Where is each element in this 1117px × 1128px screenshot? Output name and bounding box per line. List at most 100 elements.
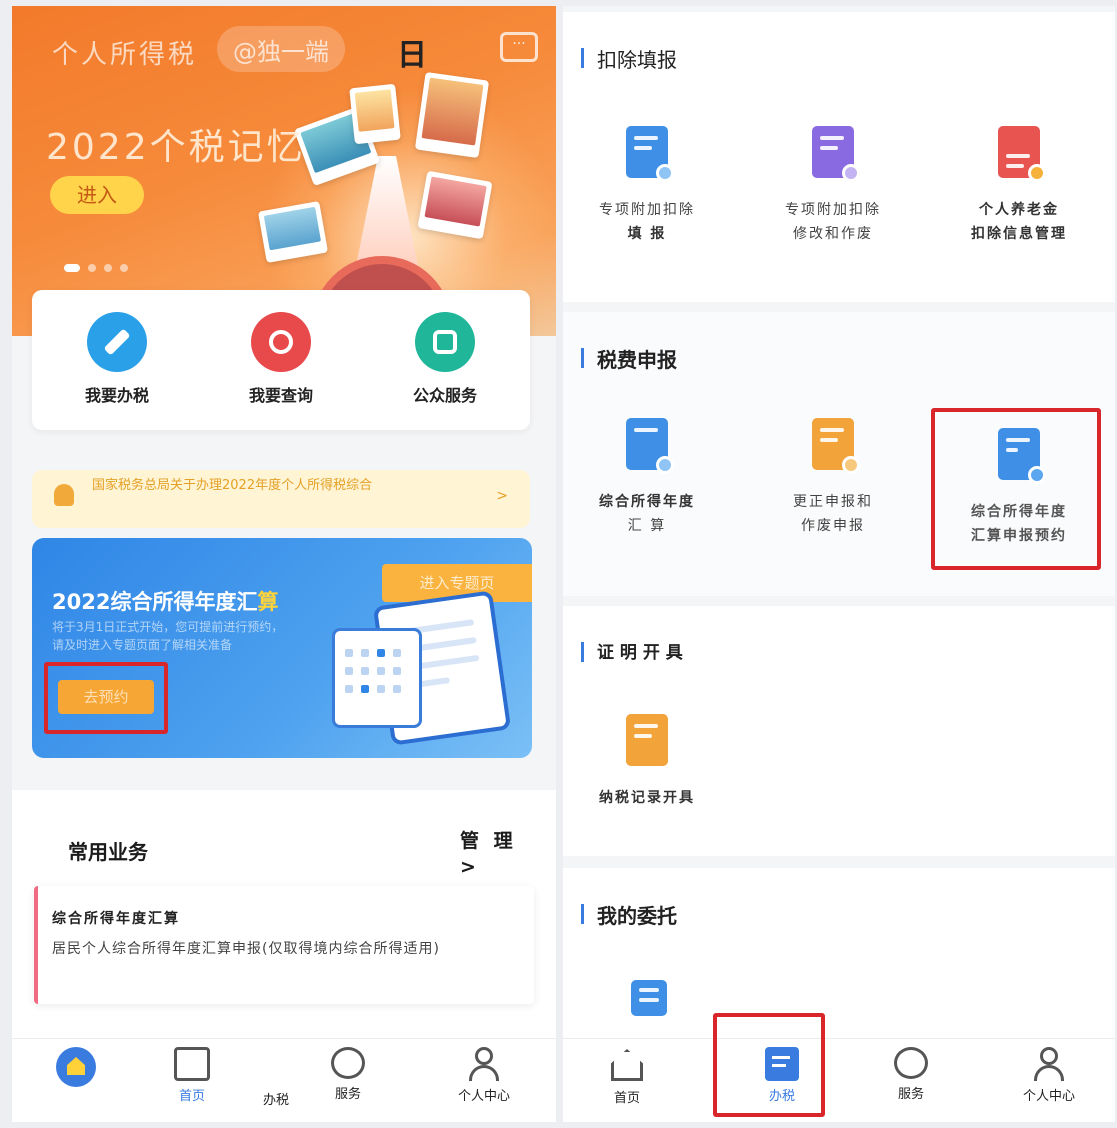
tab-label: 办税 [262,1093,289,1108]
certificate-section: 证 明 开 具 纳税记录开具 [563,606,1115,856]
common-business-section: 常用业务 管 理 > 综合所得年度汇算 居民个人综合所得年度汇算申报(仅取得境内… [12,790,556,1038]
home-screen: 个人所得税 @独一端 日 ··· 2022个税记忆 进入 我要办税 我要查询 公… [12,6,556,1122]
chevron-right-icon: > [496,488,508,504]
carousel-dot[interactable] [64,264,80,272]
grid-item-label: 填 报 [627,226,667,242]
banner-photo [349,83,401,145]
bottom-tab-bar: 首页 办税 服务 个人中心 [563,1013,1115,1122]
carousel-dot[interactable] [88,264,96,272]
grid-item-label: 汇 算 [627,518,667,534]
user-icon [467,1047,501,1081]
tab-service[interactable]: 服务 [881,1047,941,1102]
special-deduction-edit-icon [812,126,860,182]
tab-home[interactable] [46,1047,106,1087]
carousel-dots[interactable] [64,264,128,272]
home-icon [609,1047,645,1083]
quick-action-label: 我要办税 [84,386,149,405]
quick-action-label: 公众服务 [412,386,477,405]
grid-item-label: 作废申报 [801,518,865,534]
section-title: 常用业务 [68,840,148,864]
message-icon[interactable]: ··· [500,32,538,62]
grid-item-label: 个人养老金 [979,202,1059,218]
section-title: 我的委托 [581,900,677,929]
bell-icon [54,484,74,506]
grid-item-label: 综合所得年度 [599,494,695,510]
grid-item-pension[interactable]: 个人养老金 扣除信息管理 [939,126,1099,246]
section-title: 证 明 开 具 [581,638,683,663]
search-icon [251,312,311,372]
promo-title: 2022综合所得年度汇算 [52,590,279,614]
tab-label: 首页 [613,1091,640,1106]
public-service-icon [415,312,475,372]
heart-service-icon [331,1047,365,1079]
tab-personal-center[interactable]: 个人中心 [1011,1047,1087,1104]
tab-label: 个人中心 [457,1089,510,1104]
business-card-annual-settlement[interactable]: 综合所得年度汇算 居民个人综合所得年度汇算申报(仅取得境内综合所得适用) [34,886,534,1004]
banner-photo [257,201,329,263]
tab-label: 服务 [897,1087,924,1102]
grid-item-label: 修改和作废 [793,226,873,242]
declare-section: 税费申报 综合所得年度 汇 算 更正申报和 作废申报 综合所得年度 汇算申报预约 [563,312,1115,596]
manage-link[interactable]: 管 理 > [460,828,517,880]
entrust-icon[interactable] [631,980,667,1016]
grid-item-special-deduction-fill[interactable]: 专项附加扣除 填 报 [567,126,727,246]
special-deduction-fill-icon [626,126,674,182]
annual-settlement-promo[interactable]: 进入专题页 2022综合所得年度汇算 将于3月1日正式开始，您可提前进行预约，请… [32,538,532,758]
notice-bar[interactable]: 国家税务总局关于办理2022年度个人所得税综合 > [32,470,530,528]
home-icon [56,1047,96,1087]
grid-item-correction[interactable]: 更正申报和 作废申报 [753,418,913,538]
tab-personal-center[interactable]: 个人中心 [446,1047,522,1104]
grid-item-label: 扣除信息管理 [971,226,1067,242]
heart-service-icon [894,1047,928,1079]
tax-doc-icon [174,1047,210,1081]
carousel-dot[interactable] [120,264,128,272]
grid-item-label: 更正申报和 [793,494,873,510]
banner-enter-button[interactable]: 进入 [50,176,144,214]
grid-item-special-deduction-edit[interactable]: 专项附加扣除 修改和作废 [753,126,913,246]
app-title: 个人所得税 [52,40,198,70]
quick-actions: 我要办税 我要查询 公众服务 [32,290,530,430]
grid-item-label: 专项附加扣除 [599,202,695,218]
card-title: 综合所得年度汇算 [52,911,180,927]
carousel-dot[interactable] [104,264,112,272]
promo-subtitle: 将于3月1日正式开始，您可提前进行预约，请及时进入专题页面了解相关准备 [52,620,284,652]
pension-icon [998,126,1046,182]
tax-record-icon [626,714,668,766]
tab-label: 首页 [178,1089,205,1104]
calendar-illustration [332,628,422,728]
correction-icon [812,418,860,474]
notice-text: 国家税务总局关于办理2022年度个人所得税综合 [92,478,373,493]
tab-home-label[interactable]: 首页 [162,1047,222,1104]
bottom-tab-bar: 首页 办税 服务 个人中心 [12,1038,556,1122]
highlight-box [713,1013,825,1117]
quick-action-label: 我要查询 [248,386,313,405]
watermark-handle: @独一端 [217,26,345,72]
date-glyph: 日 [397,38,427,73]
tab-tax[interactable]: 办税 [246,1047,306,1108]
quick-action-public-service[interactable]: 公众服务 [390,312,500,406]
screenshot-root: 个人所得税 @独一端 日 ··· 2022个税记忆 进入 我要办税 我要查询 公… [0,0,1117,1128]
tab-label: 个人中心 [1022,1089,1075,1104]
grid-item-annual-settlement[interactable]: 综合所得年度 汇 算 [567,418,727,538]
pen-icon [87,312,147,372]
banner-headline: 2022个税记忆 [46,127,306,168]
quick-action-do-tax[interactable]: 我要办税 [62,312,172,406]
grid-item-tax-record[interactable]: 纳税记录开具 [567,714,727,810]
tab-home[interactable]: 首页 [597,1047,657,1106]
tab-service[interactable]: 服务 [318,1047,378,1102]
deduction-section: 扣除填报 专项附加扣除 填 报 专项附加扣除 修改和作废 个人养老金 扣除信息管… [563,12,1115,302]
grid-item-label: 纳税记录开具 [599,790,695,806]
quick-action-query[interactable]: 我要查询 [226,312,336,406]
section-title: 扣除填报 [581,44,677,73]
tab-label: 服务 [334,1087,361,1102]
annual-settlement-icon [626,418,674,474]
grid-item-label: 专项附加扣除 [785,202,881,218]
banner-photo [414,71,490,159]
highlight-box [44,662,168,734]
banner-photo [417,170,493,240]
memory-banner[interactable]: 个人所得税 @独一端 日 ··· 2022个税记忆 进入 [12,6,556,336]
section-title: 税费申报 [581,344,677,373]
user-icon [1032,1047,1066,1081]
card-description: 居民个人综合所得年度汇算申报(仅取得境内综合所得适用) [52,941,440,957]
highlight-box [931,408,1101,570]
